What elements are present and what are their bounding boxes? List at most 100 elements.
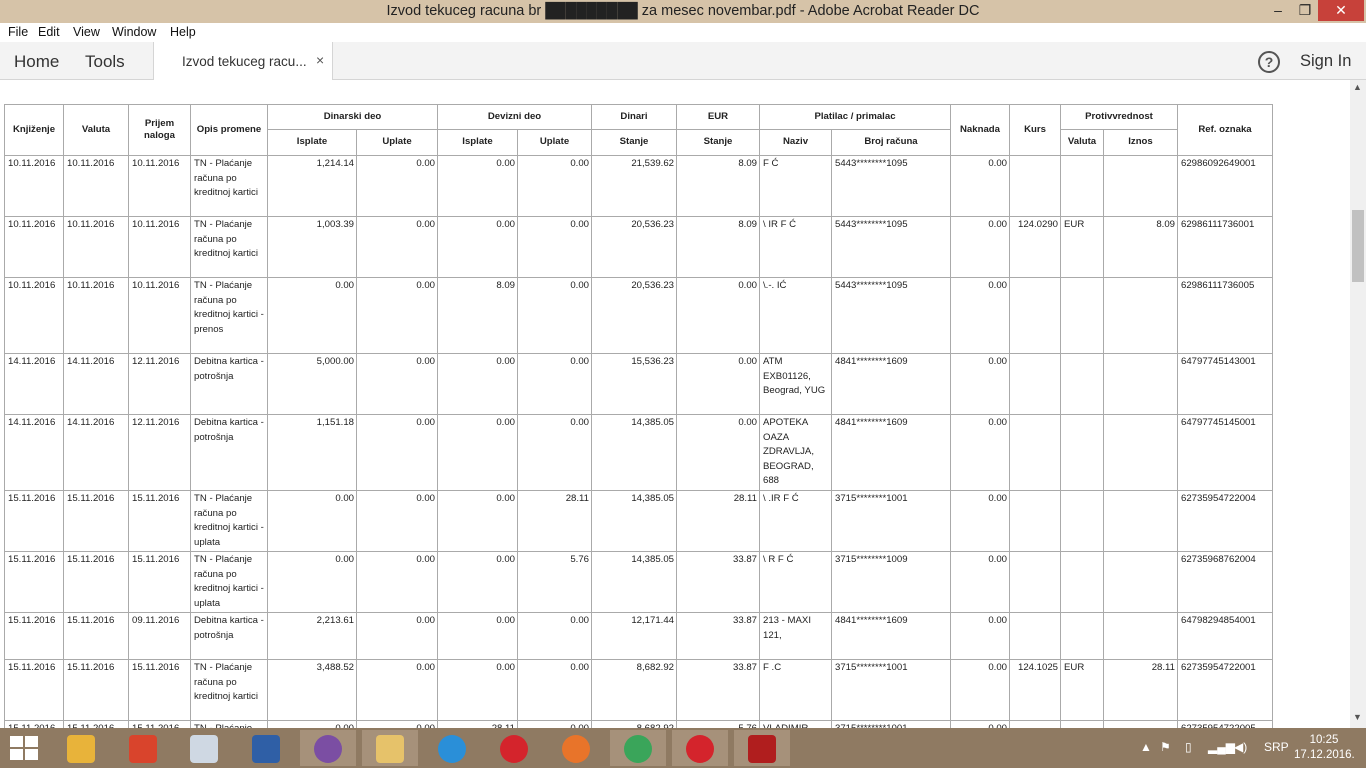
cell-v_isp: 0.00 [437, 612, 518, 660]
cell-naziv: ATM EXB01126, Beograd, YUG [759, 353, 832, 415]
taskbar-internet-explorer[interactable] [424, 730, 480, 766]
cell-pv [1060, 414, 1104, 491]
cell-val: 14.11.2016 [63, 414, 129, 491]
cell-d_isp: 2,213.61 [267, 612, 357, 660]
cell-din: 14,385.05 [591, 490, 677, 552]
header-dinarski: Dinarski deo [267, 104, 438, 130]
taskbar-bookmark[interactable] [115, 730, 171, 766]
language-indicator[interactable]: SRP [1264, 740, 1289, 754]
cell-eur: 8.09 [676, 216, 760, 278]
cell-d_upl: 0.00 [356, 551, 438, 613]
cell-kurs [1009, 414, 1061, 491]
start-button[interactable] [10, 736, 38, 760]
cell-knj: 10.11.2016 [4, 277, 64, 354]
header-ref: Ref. oznaka [1177, 104, 1273, 156]
header-dinarski-isplate: Isplate [267, 129, 357, 156]
taskbar-chrome[interactable] [610, 730, 666, 766]
header-naknada: Naknada [950, 104, 1010, 156]
taskbar-acrobat[interactable] [734, 730, 790, 766]
volume-icon[interactable]: ◀) [1234, 740, 1247, 754]
flag-icon[interactable]: ⚑ [1160, 740, 1171, 754]
help-icon[interactable]: ? [1258, 51, 1280, 73]
cell-v_isp: 0.00 [437, 216, 518, 278]
cell-broj: 5443********1095 [831, 155, 951, 217]
cell-opis: Debitna kartica - potrošnja [190, 612, 268, 660]
vertical-scrollbar[interactable]: ▲ ▼ [1350, 80, 1366, 728]
opera-icon-2 [686, 735, 714, 763]
cell-pi: 28.11 [1103, 659, 1178, 721]
cell-kurs [1009, 490, 1061, 552]
cell-nak: 0.00 [950, 353, 1010, 415]
header-dinari-stanje: Stanje [591, 129, 677, 156]
cell-prij: 12.11.2016 [128, 414, 191, 491]
taskbar-calculator[interactable] [176, 730, 232, 766]
taskbar-firefox[interactable] [548, 730, 604, 766]
cell-d_isp: 1,214.14 [267, 155, 357, 217]
menu-edit[interactable]: Edit [38, 25, 60, 39]
network-icon[interactable]: ▂▄▆ [1208, 740, 1235, 754]
internet-explorer-icon [438, 735, 466, 763]
show-hidden-icon[interactable]: ▲ [1140, 740, 1152, 754]
menu-view[interactable]: View [73, 25, 100, 39]
header-platilac: Platilac / primalac [759, 104, 951, 130]
viber-icon [314, 735, 342, 763]
menu-window[interactable]: Window [112, 25, 156, 39]
taskbar-opera-2[interactable] [672, 730, 728, 766]
cell-pi [1103, 490, 1178, 552]
cell-prij: 15.11.2016 [128, 659, 191, 721]
table-row: 10.11.2016 10.11.2016 10.11.2016 TN - Plaća… [4, 155, 1273, 217]
cell-nak: 0.00 [950, 277, 1010, 354]
power-icon[interactable]: ▯ [1185, 740, 1192, 754]
cell-ref: 62735968762004 [1177, 551, 1273, 613]
close-tab-icon[interactable]: × [316, 52, 324, 68]
document-view[interactable]: Knjiženje Valuta Prijem naloga Opis prom… [0, 80, 1350, 728]
cell-naziv: VLADIMIR [759, 720, 832, 728]
menu-file[interactable]: File [8, 25, 28, 39]
taskbar-file-manager[interactable] [53, 730, 109, 766]
cell-pv: EUR [1060, 216, 1104, 278]
document-tab[interactable]: Izvod tekuceg racu... × [153, 42, 333, 80]
header-valuta: Valuta [63, 104, 129, 156]
minimize-button[interactable]: – [1264, 0, 1292, 21]
cell-d_upl: 0.00 [356, 414, 438, 491]
taskbar-opera[interactable] [486, 730, 542, 766]
home-tab[interactable]: Home [14, 52, 59, 72]
cell-broj: 3715********1001 [831, 720, 951, 728]
cell-ref: 62986111736005 [1177, 277, 1273, 354]
restore-button[interactable]: ❐ [1292, 0, 1318, 21]
cell-kurs [1009, 720, 1061, 728]
cell-ref: 64798294854001 [1177, 612, 1273, 660]
cell-eur: 33.87 [676, 659, 760, 721]
scroll-down-icon[interactable]: ▼ [1353, 712, 1362, 722]
cell-pv [1060, 490, 1104, 552]
cell-d_upl: 0.00 [356, 612, 438, 660]
sign-in-link[interactable]: Sign In [1300, 52, 1351, 71]
cell-v_isp: 0.00 [437, 353, 518, 415]
cell-v_upl: 28.11 [517, 490, 592, 552]
scrollbar-thumb[interactable] [1352, 210, 1364, 282]
clock[interactable]: 10:25 17.12.2016. [1294, 733, 1355, 763]
cell-prij: 15.11.2016 [128, 720, 191, 728]
table-row: 14.11.2016 14.11.2016 12.11.2016 Debitna ka… [4, 414, 1273, 491]
taskbar-viber[interactable] [300, 730, 356, 766]
cell-d_upl: 0.00 [356, 353, 438, 415]
cell-knj: 15.11.2016 [4, 490, 64, 552]
taskbar-folder[interactable] [362, 730, 418, 766]
cell-nak: 0.00 [950, 720, 1010, 728]
cell-opis: TN - Plaćanje računa po kreditnoj kartic… [190, 216, 268, 278]
cell-v_isp: 0.00 [437, 551, 518, 613]
cell-pi [1103, 612, 1178, 660]
close-button[interactable]: ✕ [1318, 0, 1364, 21]
cell-opis: TN - Plaćanje računa po kreditnoj kartic… [190, 490, 268, 552]
taskbar-save[interactable] [238, 730, 294, 766]
tools-tab[interactable]: Tools [85, 52, 125, 72]
folder-icon [376, 735, 404, 763]
scroll-up-icon[interactable]: ▲ [1353, 82, 1362, 92]
cell-din: 20,536.23 [591, 277, 677, 354]
header-eur: EUR [676, 104, 760, 130]
cell-d_isp: 1,003.39 [267, 216, 357, 278]
cell-naziv: \ R F Ć [759, 551, 832, 613]
menu-help[interactable]: Help [170, 25, 196, 39]
cell-d_upl: 0.00 [356, 155, 438, 217]
cell-eur: 33.87 [676, 612, 760, 660]
